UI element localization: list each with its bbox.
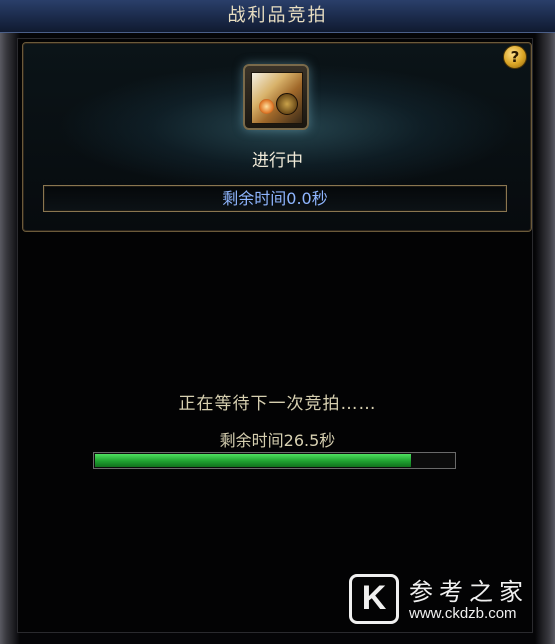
current-remaining-time: 剩余时间0.0秒	[43, 185, 507, 212]
item-orb-icon	[259, 99, 274, 114]
watermark-name: 参考之家	[409, 578, 529, 606]
next-auction-progress-bar	[93, 452, 456, 469]
waiting-next-auction-text: 正在等待下一次竞拍……	[178, 394, 377, 414]
item-emblem-icon	[276, 93, 298, 115]
watermark-url: www.ckdzb.com	[409, 605, 517, 622]
help-icon[interactable]: ?	[503, 45, 527, 69]
progress-fill	[95, 454, 411, 467]
watermark: K 参考之家 www.ckdzb.com	[349, 572, 549, 628]
auction-status: 进行中	[252, 151, 303, 171]
next-remaining-time: 剩余时间26.5秒	[219, 431, 336, 450]
auction-item-slot[interactable]	[243, 64, 309, 130]
window-title: 战利品竞拍	[0, 0, 555, 33]
watermark-logo: K	[349, 574, 399, 624]
auction-item-icon	[251, 72, 303, 124]
